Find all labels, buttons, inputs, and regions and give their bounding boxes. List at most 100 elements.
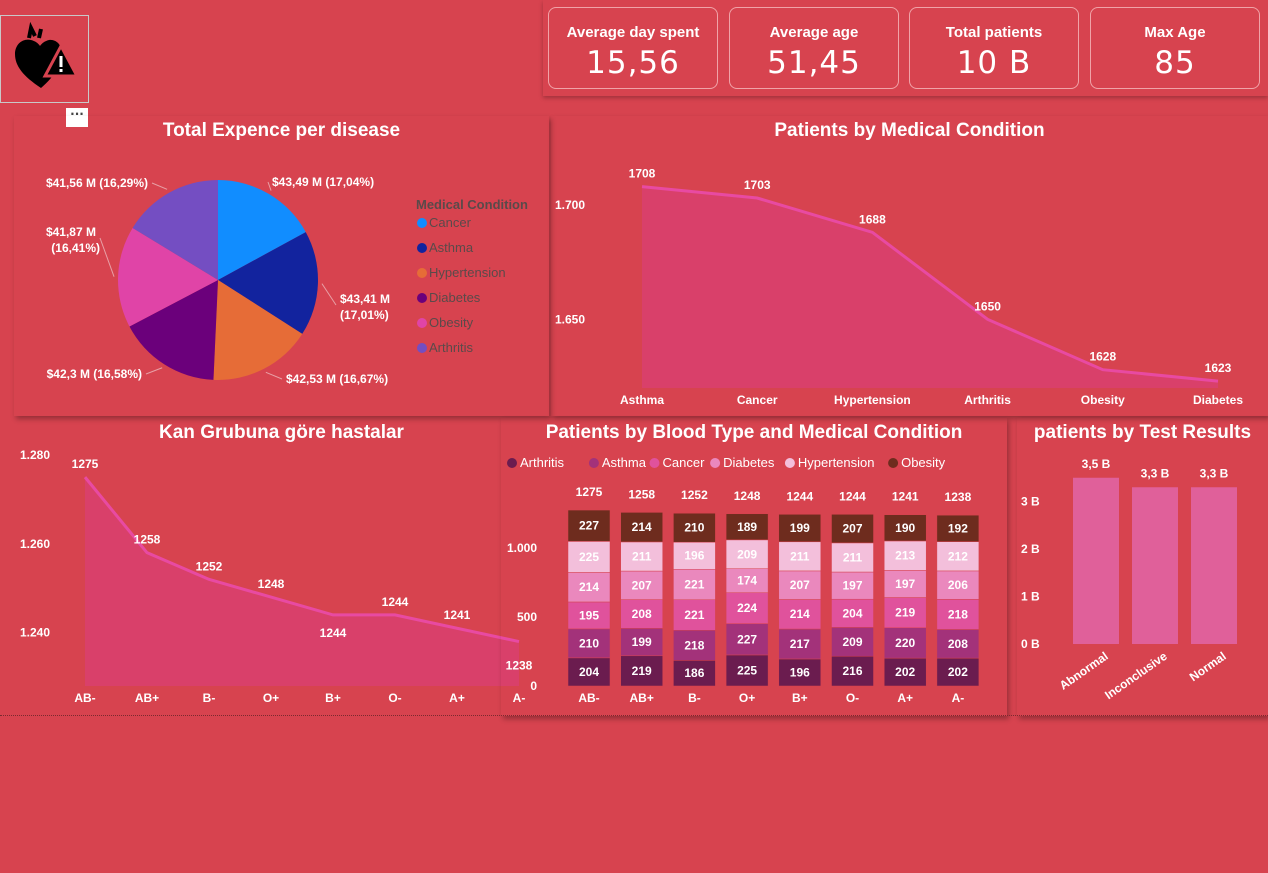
condition-area-chart[interactable]: 1708 1703 1688 1650 1628 1623 Asthma Cancer Hype… — [551, 116, 1268, 416]
legend-marker — [417, 343, 427, 353]
y-tick-label: 2 B — [1021, 542, 1040, 556]
segment-data-label: 225 — [737, 663, 757, 677]
logo-frame — [0, 15, 89, 103]
legend-item-hypertension[interactable]: Hypertension — [798, 455, 875, 470]
stacked-bar-chart[interactable]: Arthritis Asthma Cancer Diabetes Hypertensio… — [501, 418, 1007, 716]
segment-data-label: 174 — [737, 574, 757, 588]
legend-item-arthritis[interactable]: Arthritis — [520, 455, 565, 470]
segment-data-label: 209 — [737, 547, 757, 561]
y-tick-label: 0 B — [1021, 637, 1040, 651]
x-tick-label: AB- — [74, 691, 95, 705]
x-tick-label: Arthritis — [964, 393, 1011, 407]
condition-area-panel[interactable]: Patients by Medical Condition 1708 1703 16… — [551, 116, 1268, 416]
segment-data-label: 221 — [684, 578, 704, 592]
area-data-label: 1650 — [974, 299, 1001, 313]
segment-data-label: 221 — [684, 608, 704, 622]
x-tick-label: Normal — [1187, 649, 1229, 684]
x-tick-label: O+ — [739, 691, 755, 705]
segment-data-label: 208 — [948, 637, 968, 651]
kpi-label: Total patients — [945, 24, 1043, 41]
legend-title: Medical Condition — [416, 197, 528, 212]
x-tick-label: Asthma — [620, 393, 664, 407]
legend-item-asthma[interactable]: Asthma — [429, 240, 474, 255]
x-tick-label: Inconclusive — [1102, 649, 1170, 702]
segment-data-label: 197 — [842, 579, 862, 593]
area-data-label: 1708 — [629, 167, 656, 181]
y-tick-label: 1.700 — [555, 198, 585, 212]
bar-abnormal[interactable] — [1073, 477, 1119, 644]
area-data-label: 1248 — [258, 577, 285, 591]
legend-item-diabetes[interactable]: Diabetes — [723, 455, 775, 470]
x-tick-label: B+ — [792, 691, 808, 705]
pie-data-label: $42,53 M (16,67%) — [286, 372, 388, 386]
segment-data-label: 209 — [842, 635, 862, 649]
legend-marker — [710, 458, 721, 468]
pie-chart-panel[interactable]: Total Expence per disease $43,49 M (17,0… — [14, 116, 549, 416]
segment-data-label: 206 — [948, 578, 968, 592]
bar-total-label: 1252 — [681, 488, 708, 502]
x-tick-label: Abnormal — [1057, 649, 1111, 693]
heart-warning-icon — [15, 21, 80, 88]
legend-item-cancer[interactable]: Cancer — [663, 455, 706, 470]
y-tick-label: 500 — [517, 610, 537, 624]
bar-total-label: 1244 — [839, 489, 866, 503]
pie-chart[interactable]: $43,49 M (17,04%) $43,41 M (17,01%) $42,53 … — [14, 116, 549, 416]
y-tick-label: 0 — [530, 679, 537, 693]
area-data-label: 1628 — [1089, 350, 1116, 364]
x-tick-label: A+ — [449, 691, 465, 705]
page-divider — [0, 715, 1268, 716]
legend-item-cancer[interactable]: Cancer — [429, 215, 472, 230]
segment-data-label: 219 — [895, 606, 915, 620]
kpi-label: Average day spent — [566, 24, 700, 41]
segment-data-label: 207 — [632, 578, 652, 592]
area-data-label: 1275 — [72, 457, 99, 471]
segment-data-label: 217 — [790, 637, 810, 651]
bar-total-label: 1238 — [945, 490, 972, 504]
kpi-strip: Average day spent 15,56 Average age 51,4… — [543, 0, 1268, 96]
area-data-label: 1244 — [382, 595, 409, 609]
legend-marker — [417, 293, 427, 303]
pie-leader-line — [267, 181, 272, 191]
legend-item-obesity[interactable]: Obesity — [429, 315, 474, 330]
legend-item-hypertension[interactable]: Hypertension — [429, 265, 506, 280]
x-tick-label: A+ — [897, 691, 913, 705]
segment-data-label: 211 — [843, 550, 863, 564]
segment-data-label: 227 — [737, 632, 757, 646]
bloodgroup-area-chart[interactable]: 12751258125212481244124412411238AB- AB+ B-… — [14, 418, 549, 716]
bar-normal[interactable] — [1191, 487, 1237, 644]
segment-data-label: 224 — [737, 601, 757, 615]
segment-data-label: 196 — [790, 665, 810, 679]
segment-data-label: 220 — [895, 636, 915, 650]
legend-item-asthma[interactable]: Asthma — [602, 455, 647, 470]
legend-marker — [888, 458, 899, 468]
segment-data-label: 202 — [895, 665, 915, 679]
segment-data-label: 196 — [684, 549, 704, 563]
legend-marker — [784, 458, 795, 468]
bar-inconclusive[interactable] — [1132, 487, 1178, 644]
bloodgroup-area-panel[interactable]: Kan Grubuna göre hastalar 1275 1258 1252 12… — [14, 418, 549, 716]
bar-data-label: 3,5 B — [1082, 457, 1111, 471]
area-data-label: 1258 — [134, 533, 161, 547]
kpi-value: 15,56 — [586, 45, 680, 81]
test-results-panel[interactable]: patients by Test Results 3 B2 B1 B0 B 3,5… — [1017, 418, 1268, 716]
pie-leader-line — [99, 237, 115, 277]
area-fill — [85, 477, 519, 686]
segment-data-label: 192 — [948, 521, 968, 535]
legend-item-obesity[interactable]: Obesity — [901, 455, 946, 470]
kpi-value: 85 — [1154, 45, 1196, 81]
legend-item-diabetes[interactable]: Diabetes — [429, 290, 481, 305]
stacked-bar-panel[interactable]: Patients by Blood Type and Medical Condi… — [501, 418, 1007, 716]
x-tick-label: A- — [952, 691, 965, 705]
y-tick-label: 1.280 — [20, 448, 50, 462]
segment-data-label: 204 — [579, 665, 599, 679]
segment-data-label: 204 — [842, 606, 862, 620]
area-data-label: 1688 — [859, 212, 886, 226]
x-tick-label: B- — [688, 691, 701, 705]
bar-total-label: 1258 — [628, 487, 655, 501]
legend-marker — [588, 458, 599, 468]
pie-leader-line — [151, 182, 168, 190]
x-tick-label: Cancer — [737, 393, 778, 407]
legend-item-arthritis[interactable]: Arthritis — [429, 340, 474, 355]
bar-total-label: 1244 — [786, 489, 813, 503]
test-results-bar-chart[interactable]: 3 B 2 B 1 B 0 B 3,5 B Abnormal 3,3 B Inconclusi… — [1017, 418, 1268, 716]
